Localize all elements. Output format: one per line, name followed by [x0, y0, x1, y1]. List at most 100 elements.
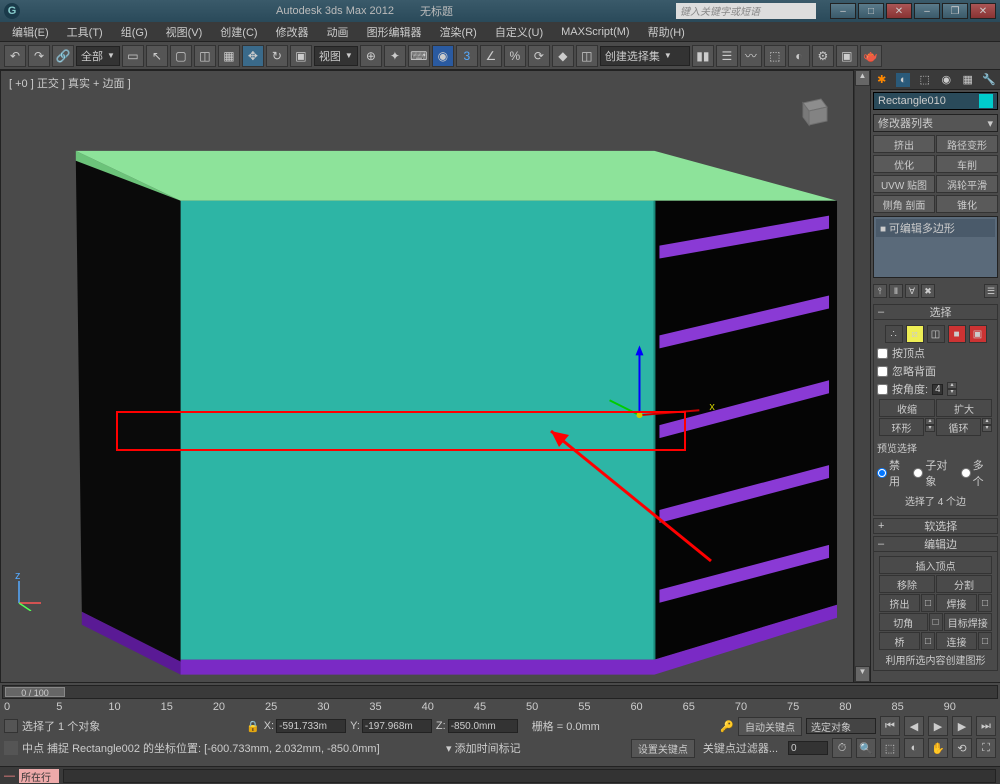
- filter-button[interactable]: ▦: [218, 45, 240, 67]
- align-button[interactable]: ▮▮: [692, 45, 714, 67]
- window-crossing-button[interactable]: ◫: [194, 45, 216, 67]
- btn-weld-settings[interactable]: □: [978, 594, 992, 612]
- btn-ring[interactable]: 环形: [879, 418, 924, 436]
- nav-pan-button[interactable]: ✋: [928, 738, 948, 758]
- btn-split[interactable]: 分割: [936, 575, 992, 593]
- subobj-border[interactable]: ◫: [927, 325, 945, 343]
- btn-chamfer-settings[interactable]: □: [929, 613, 943, 631]
- goto-start-button[interactable]: ⏮: [880, 716, 900, 736]
- help-search-input[interactable]: 键入关键字或短语: [676, 3, 816, 19]
- menu-tools[interactable]: 工具(T): [59, 22, 111, 42]
- subobj-polygon[interactable]: ■: [948, 325, 966, 343]
- btn-lathe[interactable]: 车削: [936, 155, 998, 173]
- rotate-button[interactable]: ↻: [266, 45, 288, 67]
- keyfilter-link[interactable]: 关键点过滤器...: [703, 740, 778, 756]
- menu-maxscript[interactable]: MAXScript(M): [553, 24, 637, 40]
- mirror-button[interactable]: ◫: [576, 45, 598, 67]
- showend-icon[interactable]: Ⅱ: [889, 284, 903, 298]
- menu-create[interactable]: 创建(C): [212, 22, 265, 42]
- radio-multi[interactable]: 多个: [961, 457, 994, 489]
- key-icon[interactable]: 🔑: [720, 720, 734, 733]
- tab-motion-icon[interactable]: ◉: [939, 73, 953, 87]
- menu-edit[interactable]: 编辑(E): [4, 22, 57, 42]
- coord-z[interactable]: [448, 719, 518, 733]
- rollout-selection[interactable]: –选择: [873, 304, 998, 320]
- chk-ignoreback[interactable]: 忽略背面: [877, 363, 994, 379]
- btn-turbosmooth[interactable]: 涡轮平滑: [936, 175, 998, 193]
- btn-loop[interactable]: 循环: [936, 418, 981, 436]
- move-button[interactable]: ✥: [242, 45, 264, 67]
- coord-x[interactable]: [276, 719, 346, 733]
- pivot-button[interactable]: ⊕: [360, 45, 382, 67]
- scale-button[interactable]: ▣: [290, 45, 312, 67]
- btn-bridge[interactable]: 桥: [879, 632, 920, 650]
- viewcube[interactable]: [793, 91, 833, 131]
- btn-grow[interactable]: 扩大: [936, 399, 992, 417]
- pctsnap-button[interactable]: %: [504, 45, 526, 67]
- menu-animation[interactable]: 动画: [319, 22, 357, 42]
- link-button[interactable]: 🔗: [52, 45, 74, 67]
- chk-byvertex[interactable]: 按顶点: [877, 345, 994, 361]
- goto-end-button[interactable]: ⏭: [976, 716, 996, 736]
- selection-filter[interactable]: 全部▼: [76, 46, 120, 66]
- radio-off[interactable]: 禁用: [877, 457, 910, 489]
- curve-button[interactable]: 〰: [740, 45, 762, 67]
- addtime-label[interactable]: ▾ 添加时间标记: [446, 740, 521, 756]
- btn-remove[interactable]: 移除: [879, 575, 935, 593]
- nav-zoomall-button[interactable]: ⬚: [880, 738, 900, 758]
- script-input[interactable]: [63, 769, 996, 783]
- coord-y[interactable]: [362, 719, 432, 733]
- btn-optimize[interactable]: 优化: [873, 155, 935, 173]
- viewport-scrollbar[interactable]: ▲▼: [854, 70, 870, 682]
- btn-taper[interactable]: 锥化: [936, 195, 998, 213]
- manipulate-button[interactable]: ✦: [384, 45, 406, 67]
- setkey-button[interactable]: 设置关键点: [631, 739, 695, 758]
- tab-hierarchy-icon[interactable]: ⬚: [918, 73, 932, 87]
- time-handle[interactable]: 0 / 100: [5, 687, 65, 697]
- remove-icon[interactable]: ✖: [921, 284, 935, 298]
- keymode-dropdown[interactable]: 选定对象: [806, 718, 876, 734]
- layers-button[interactable]: ☰: [716, 45, 738, 67]
- angle-input[interactable]: [932, 384, 943, 395]
- object-color-swatch[interactable]: [979, 94, 993, 108]
- select-region-button[interactable]: ▢: [170, 45, 192, 67]
- menu-help[interactable]: 帮助(H): [640, 22, 693, 42]
- time-slider[interactable]: 0 / 100: [2, 685, 998, 699]
- nav-zoom-button[interactable]: 🔍: [856, 738, 876, 758]
- maximize-button[interactable]: □: [858, 3, 884, 19]
- nav-orbit-button[interactable]: ⟲: [952, 738, 972, 758]
- menu-customize[interactable]: 自定义(U): [487, 22, 551, 42]
- select-button[interactable]: ▭: [122, 45, 144, 67]
- frame-input[interactable]: [788, 741, 828, 755]
- nav-fov-button[interactable]: ◐: [904, 738, 924, 758]
- btn-extrude[interactable]: 挤出: [873, 135, 935, 153]
- rollout-softsel[interactable]: +软选择: [873, 518, 998, 534]
- viewport-label[interactable]: [ +0 ] 正交 ] 真实 + 边面 ]: [9, 75, 131, 91]
- subobj-vertex[interactable]: ∴: [885, 325, 903, 343]
- chk-byangle[interactable]: [877, 384, 888, 395]
- radio-subobj[interactable]: 子对象: [913, 457, 957, 489]
- snap-button[interactable]: ◉: [432, 45, 454, 67]
- refcoord-dropdown[interactable]: 视图▼: [314, 46, 358, 66]
- btn-extrude-settings[interactable]: □: [921, 594, 935, 612]
- subobj-element[interactable]: ▣: [969, 325, 987, 343]
- close-button[interactable]: ✕: [886, 3, 912, 19]
- btn-chamfer[interactable]: 切角: [879, 613, 928, 631]
- render-setup-button[interactable]: ⚙: [812, 45, 834, 67]
- autokey-button[interactable]: 自动关键点: [738, 717, 802, 736]
- spinnersnap-button[interactable]: ⟳: [528, 45, 550, 67]
- btn-shrink[interactable]: 收缩: [879, 399, 935, 417]
- prev-frame-button[interactable]: ◀: [904, 716, 924, 736]
- btn-pathdeform[interactable]: 路径变形: [936, 135, 998, 153]
- ring-spinner[interactable]: ▴▾: [925, 418, 935, 432]
- menu-grapheditors[interactable]: 图形编辑器: [359, 22, 430, 42]
- undo-button[interactable]: ↶: [4, 45, 26, 67]
- tab-display-icon[interactable]: ▦: [961, 73, 975, 87]
- timeconfig-button[interactable]: ⏱: [832, 738, 852, 758]
- btn-uvwmap[interactable]: UVW 贴图: [873, 175, 935, 193]
- btn-weld[interactable]: 焊接: [936, 594, 977, 612]
- menu-view[interactable]: 视图(V): [158, 22, 211, 42]
- render-frame-button[interactable]: ▣: [836, 45, 858, 67]
- modifier-stack[interactable]: ■ 可编辑多边形: [873, 216, 998, 278]
- modifier-list-dropdown[interactable]: 修改器列表▾: [873, 114, 998, 132]
